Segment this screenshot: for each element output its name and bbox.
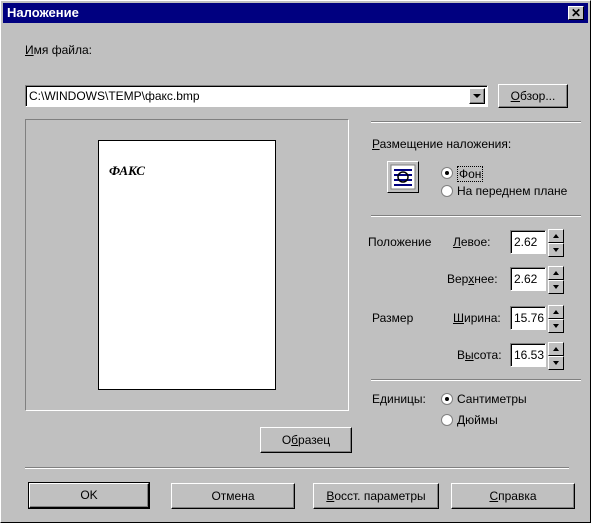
combobox-dropdown-button[interactable] xyxy=(469,88,485,104)
overlay-dialog: Наложение ✕ Имя файла: C:\WINDOWS\TEMP\ф… xyxy=(0,0,591,523)
arrow-down-icon xyxy=(553,361,559,365)
dialog-title: Наложение xyxy=(7,5,79,20)
spin-up-button[interactable] xyxy=(548,266,564,280)
spin-down-button[interactable] xyxy=(548,319,564,333)
radio-dot xyxy=(445,397,449,401)
close-icon: ✕ xyxy=(570,6,582,20)
height-value: 16.53 xyxy=(514,348,545,362)
left-spinner[interactable] xyxy=(548,229,564,257)
chevron-down-icon xyxy=(473,94,481,98)
sample-button[interactable]: Образец xyxy=(260,427,352,453)
width-input[interactable]: 15.76 xyxy=(510,306,546,330)
close-button[interactable]: ✕ xyxy=(568,6,584,20)
browse-button[interactable]: Обзор... xyxy=(498,84,568,108)
arrow-down-icon xyxy=(553,248,559,252)
units-cm-label: Сантиметры xyxy=(457,392,527,406)
file-path-value: C:\WINDOWS\TEMP\факс.bmp xyxy=(29,89,200,103)
preview-page-text: ФАКС xyxy=(109,163,145,178)
spin-up-button[interactable] xyxy=(548,342,564,356)
cancel-button[interactable]: Отмена xyxy=(171,483,295,509)
units-label: Единицы: xyxy=(372,392,426,406)
height-input[interactable]: 16.53 xyxy=(510,343,546,367)
width-field-label: Ширина: xyxy=(453,311,501,325)
units-inches-radio[interactable] xyxy=(441,414,453,426)
left-input[interactable]: 2.62 xyxy=(510,230,546,254)
placement-background-radio[interactable] xyxy=(441,167,453,179)
help-button[interactable]: Справка xyxy=(451,483,575,509)
ok-button[interactable]: OK xyxy=(28,482,150,509)
units-cm-radio[interactable] xyxy=(441,393,453,405)
preview-area: ФАКС xyxy=(25,119,349,411)
arrow-up-icon xyxy=(553,234,559,238)
spin-down-button[interactable] xyxy=(548,280,564,294)
height-field-label: Высота: xyxy=(457,348,502,362)
radio-dot xyxy=(445,171,449,175)
file-name-label: Имя файла: xyxy=(25,43,92,57)
top-spinner[interactable] xyxy=(548,266,564,294)
units-inches-label: Дюймы xyxy=(457,413,498,427)
arrow-up-icon xyxy=(553,347,559,351)
top-input[interactable]: 2.62 xyxy=(510,267,546,291)
width-spinner[interactable] xyxy=(548,305,564,333)
divider xyxy=(371,379,581,381)
top-field-label: Верхнее: xyxy=(447,272,498,286)
divider xyxy=(25,467,569,469)
spin-up-button[interactable] xyxy=(548,305,564,319)
divider xyxy=(371,121,581,123)
restore-defaults-button[interactable]: Восст. параметры xyxy=(313,483,439,509)
spin-down-button[interactable] xyxy=(548,356,564,370)
arrow-down-icon xyxy=(553,285,559,289)
arrow-up-icon xyxy=(553,271,559,275)
title-bar: Наложение ✕ xyxy=(3,3,588,23)
size-label: Размер xyxy=(372,311,414,325)
placement-background-label: Фон xyxy=(457,166,484,182)
background-placement-icon xyxy=(387,161,419,193)
placement-foreground-radio[interactable] xyxy=(441,185,453,197)
arrow-down-icon xyxy=(553,324,559,328)
position-label: Положение xyxy=(368,235,432,249)
width-value: 15.76 xyxy=(514,311,545,325)
left-field-label: Левое: xyxy=(453,235,491,249)
arrow-up-icon xyxy=(553,310,559,314)
left-value: 2.62 xyxy=(514,235,538,249)
height-spinner[interactable] xyxy=(548,342,564,370)
spin-down-button[interactable] xyxy=(548,243,564,257)
file-path-combobox[interactable]: C:\WINDOWS\TEMP\факс.bmp xyxy=(25,85,488,107)
placement-foreground-label: На переднем плане xyxy=(457,184,568,198)
preview-page: ФАКС xyxy=(98,140,276,390)
divider xyxy=(371,215,581,217)
top-value: 2.62 xyxy=(514,272,538,286)
spin-up-button[interactable] xyxy=(548,229,564,243)
placement-title: Размещение наложения: xyxy=(372,137,512,151)
